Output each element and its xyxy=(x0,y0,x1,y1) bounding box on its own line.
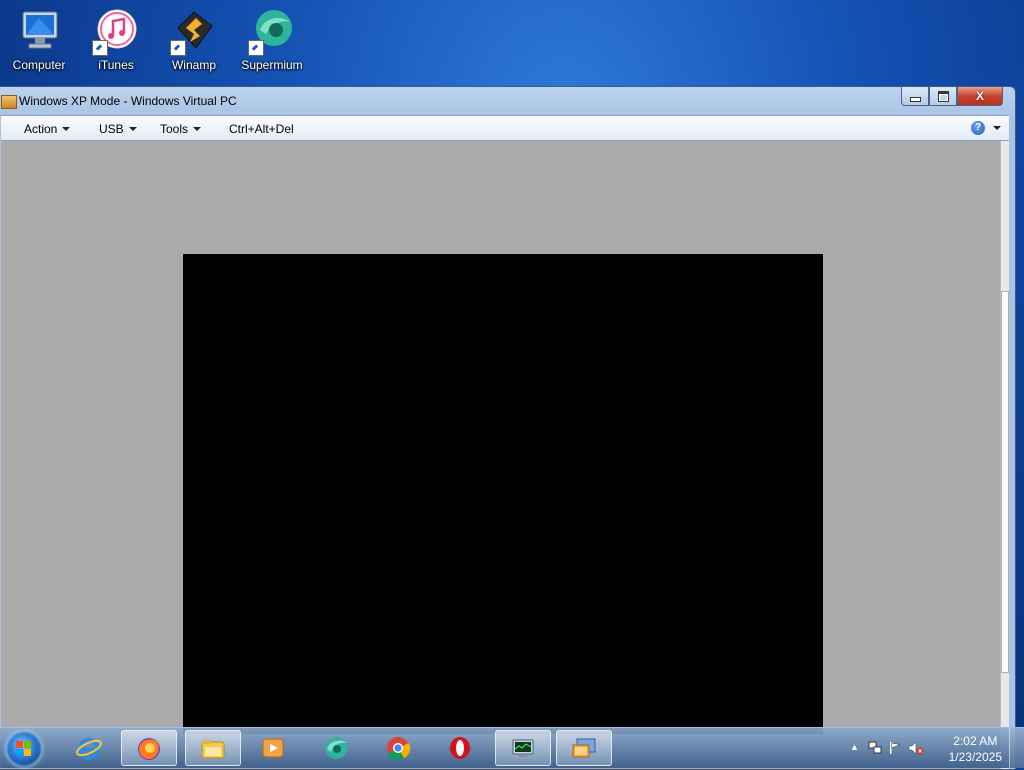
desktop-icon-itunes[interactable]: iTunes xyxy=(78,6,154,78)
maximize-button[interactable] xyxy=(929,87,957,106)
supermium-icon xyxy=(325,737,347,759)
taskbar-chrome[interactable] xyxy=(371,730,427,766)
window-titlebar[interactable]: Windows XP Mode - Windows Virtual PC X xyxy=(0,87,1015,115)
menu-tools-label: Tools xyxy=(160,122,189,136)
internet-explorer-icon xyxy=(76,738,102,760)
taskbar-media-player[interactable] xyxy=(246,730,302,766)
clock[interactable]: 2:02 AM 1/23/2025 xyxy=(949,733,1002,765)
chevron-down-icon xyxy=(128,127,137,131)
window-title: Windows XP Mode - Windows Virtual PC xyxy=(19,94,237,108)
computer-icon xyxy=(22,11,58,49)
shortcut-arrow-icon xyxy=(92,40,108,56)
virtual-pc-icon xyxy=(572,738,596,758)
desktop-icon-winamp[interactable]: Winamp xyxy=(156,6,232,78)
firefox-icon xyxy=(138,738,160,760)
vm-display-area[interactable] xyxy=(1,141,1001,769)
menu-bar: Action USB Tools Ctrl+Alt+Del ? xyxy=(1,115,1009,141)
vertical-scrollbar[interactable] xyxy=(1000,141,1009,769)
chevron-down-icon xyxy=(62,127,71,131)
windows-logo-icon xyxy=(16,741,32,757)
menu-usb-label: USB xyxy=(99,122,124,136)
taskbar-task-manager[interactable] xyxy=(495,730,551,766)
shortcut-arrow-icon xyxy=(248,40,264,56)
virtual-pc-window: Windows XP Mode - Windows Virtual PC X A… xyxy=(0,86,1016,770)
action-center-flag-icon[interactable] xyxy=(888,741,902,755)
maximize-icon xyxy=(937,90,949,102)
clock-time: 2:02 AM xyxy=(953,734,998,748)
file-explorer-icon xyxy=(201,740,225,759)
menu-tools[interactable]: Tools xyxy=(160,122,202,136)
clock-date: 1/23/2025 xyxy=(948,750,1002,764)
chrome-icon xyxy=(387,737,411,760)
show-hidden-icons-chevron-icon[interactable]: ▲ xyxy=(850,742,859,752)
taskbar-internet-explorer[interactable] xyxy=(62,730,118,766)
desktop-icon-supermium[interactable]: Supermium xyxy=(234,6,310,78)
virtual-pc-app-icon[interactable] xyxy=(1,95,17,109)
minimize-icon xyxy=(909,96,921,102)
minimize-button[interactable] xyxy=(901,87,929,106)
volume-muted-icon[interactable] xyxy=(908,741,924,755)
vm-screen[interactable] xyxy=(183,254,823,734)
desktop-icon-computer[interactable]: Computer xyxy=(1,6,77,78)
scrollbar-thumb[interactable] xyxy=(1001,291,1009,673)
menu-ctrl-alt-del[interactable]: Ctrl+Alt+Del xyxy=(229,122,294,136)
taskbar-supermium[interactable] xyxy=(309,730,365,766)
system-tray: ▲ 2:02 AM 1/23/2025 xyxy=(844,728,1024,768)
taskbar-opera[interactable] xyxy=(433,730,489,766)
close-icon: X xyxy=(975,89,984,103)
taskbar-firefox[interactable] xyxy=(121,730,177,766)
taskbar-virtual-pc[interactable] xyxy=(556,730,612,766)
menu-usb[interactable]: USB xyxy=(99,122,137,136)
close-button[interactable]: X xyxy=(957,87,1003,106)
taskbar: ▲ 2:02 AM 1/23/2025 xyxy=(0,727,1024,768)
network-icon[interactable] xyxy=(868,741,882,755)
help-icon[interactable]: ? xyxy=(971,121,985,135)
desktop-icon-label: Winamp xyxy=(171,58,216,72)
desktop-icon-label: Computer xyxy=(12,58,66,72)
desktop-icon-label: iTunes xyxy=(98,58,134,72)
show-desktop-button[interactable] xyxy=(1009,728,1024,768)
menu-action[interactable]: Action xyxy=(24,122,71,136)
start-button[interactable] xyxy=(6,731,42,767)
menu-action-label: Action xyxy=(24,122,58,136)
help-chevron-down-icon[interactable] xyxy=(993,126,1001,130)
opera-icon xyxy=(450,737,470,759)
media-player-icon xyxy=(262,738,284,758)
task-manager-icon xyxy=(512,739,534,757)
taskbar-file-explorer[interactable] xyxy=(185,730,241,766)
chevron-down-icon xyxy=(193,127,202,131)
shortcut-arrow-icon xyxy=(170,40,186,56)
menu-cad-label: Ctrl+Alt+Del xyxy=(229,122,294,136)
desktop-icon-label: Supermium xyxy=(241,58,303,72)
